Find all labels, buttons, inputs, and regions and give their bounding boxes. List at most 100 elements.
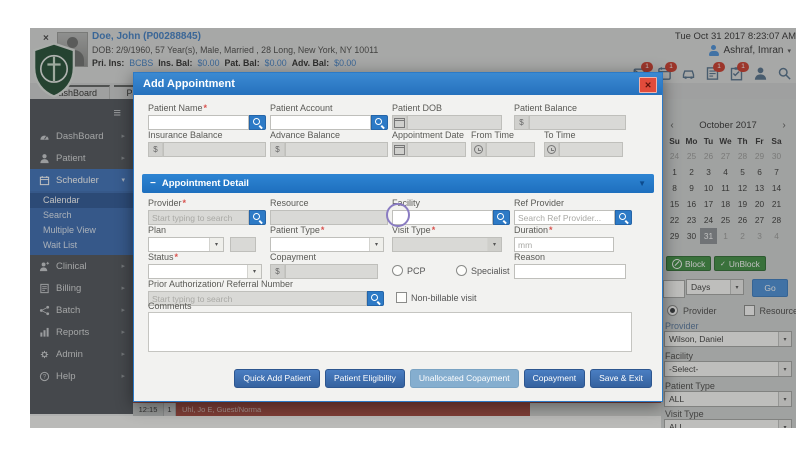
- dialog-close-button[interactable]: ✕: [639, 77, 657, 93]
- advance-balance-field: Advance Balance $: [270, 130, 388, 157]
- appointment-date-field: Appointment Date: [392, 130, 466, 157]
- patient-balance-label: Patient Balance: [514, 103, 577, 113]
- search-icon: [497, 213, 506, 222]
- patient-name-search-button[interactable]: [249, 115, 266, 130]
- chevron-down-icon: [209, 238, 223, 251]
- ref-provider-label: Ref Provider: [514, 198, 564, 208]
- specialist-radio-label: Specialist: [471, 266, 510, 276]
- pcp-radio-label: PCP: [407, 266, 426, 276]
- patient-balance-input: [529, 115, 626, 130]
- resource-input: [270, 210, 388, 225]
- advance-balance-input: [285, 142, 388, 157]
- search-icon: [253, 118, 262, 127]
- required-marker: *: [183, 198, 187, 208]
- clock-icon: [544, 142, 559, 157]
- currency-icon: $: [270, 264, 285, 279]
- patient-type-label: Patient Type: [270, 225, 320, 235]
- search-icon: [375, 118, 384, 127]
- patient-balance-field: Patient Balance $: [514, 103, 626, 130]
- non-billable-checkbox[interactable]: [396, 292, 407, 303]
- section-title: Appointment Detail: [162, 178, 249, 189]
- prior-auth-label: Prior Authorization/ Referral Number: [148, 279, 293, 289]
- prior-auth-search-button[interactable]: [367, 291, 384, 306]
- comments-textarea[interactable]: [148, 312, 632, 352]
- save-exit-button[interactable]: Save & Exit: [590, 369, 652, 388]
- non-billable-label: Non-billable visit: [411, 293, 477, 303]
- dialog-title: Add Appointment: [134, 73, 662, 95]
- to-time-input: [559, 142, 623, 157]
- plan-label: Plan: [148, 225, 166, 235]
- currency-icon: $: [148, 142, 163, 157]
- patient-dob-field: Patient DOB: [392, 103, 502, 130]
- chevron-down-icon: [369, 238, 383, 251]
- non-billable-row: Non-billable visit: [396, 292, 477, 303]
- currency-icon: $: [514, 115, 529, 130]
- plan-extra-input: [230, 237, 256, 252]
- appointment-date-input: [407, 142, 466, 157]
- cursor-highlight-circle: [386, 203, 410, 227]
- status-select[interactable]: [148, 264, 262, 279]
- search-icon: [253, 213, 262, 222]
- patient-dob-input: [407, 115, 502, 130]
- duration-field: Duration*: [514, 225, 614, 252]
- patient-account-input[interactable]: [270, 115, 371, 130]
- screen: { "header": { "close_label": "×", "patie…: [0, 0, 800, 450]
- clock-icon: [471, 142, 486, 157]
- status-label: Status: [148, 252, 174, 262]
- specialist-radio-row: Specialist: [456, 265, 510, 276]
- visit-type-select: [392, 237, 502, 252]
- facility-search-button[interactable]: [493, 210, 510, 225]
- insurance-balance-label: Insurance Balance: [148, 130, 223, 140]
- search-icon: [371, 294, 380, 303]
- resource-field: Resource: [270, 198, 388, 225]
- appointment-detail-section-header[interactable]: − Appointment Detail ▼: [142, 174, 654, 193]
- patient-account-field: Patient Account: [270, 103, 388, 130]
- ref-provider-input[interactable]: [514, 210, 615, 225]
- ref-provider-search-button[interactable]: [615, 210, 632, 225]
- to-time-label: To Time: [544, 130, 576, 140]
- patient-name-field: Patient Name*: [148, 103, 266, 130]
- resource-label: Resource: [270, 198, 309, 208]
- required-marker: *: [175, 252, 179, 262]
- reason-label: Reason: [514, 252, 545, 262]
- quick-add-patient-button[interactable]: Quick Add Patient: [234, 369, 320, 388]
- patient-account-search-button[interactable]: [371, 115, 388, 130]
- specialist-radio[interactable]: [456, 265, 467, 276]
- add-appointment-dialog: Add Appointment ✕ Patient Name* Patient …: [133, 72, 663, 402]
- provider-input[interactable]: [148, 210, 249, 225]
- pcp-radio-row: PCP: [392, 265, 426, 276]
- required-marker: *: [432, 225, 436, 235]
- chevron-down-icon: ▼: [638, 179, 646, 188]
- app-window: × Doe, John (P00288845) DOB: 2/9/1960, 5…: [30, 28, 796, 428]
- to-time-field: To Time: [544, 130, 623, 157]
- from-time-input: [486, 142, 535, 157]
- copayment-input: [285, 264, 378, 279]
- patient-name-label: Patient Name: [148, 103, 203, 113]
- copayment-label: Copayment: [270, 252, 316, 262]
- chevron-down-icon: [487, 238, 501, 251]
- provider-field: Provider*: [148, 198, 266, 225]
- patient-name-input[interactable]: [148, 115, 249, 130]
- copayment-button[interactable]: Copayment: [524, 369, 585, 388]
- provider-search-button[interactable]: [249, 210, 266, 225]
- duration-label: Duration: [514, 225, 548, 235]
- pcp-radio[interactable]: [392, 265, 403, 276]
- reason-input[interactable]: [514, 264, 626, 279]
- patient-eligibility-button[interactable]: Patient Eligibility: [325, 369, 405, 388]
- provider-label: Provider: [148, 198, 182, 208]
- insurance-balance-field: Insurance Balance $: [148, 130, 266, 157]
- dialog-header[interactable]: Add Appointment ✕: [134, 73, 662, 95]
- copayment-field: Copayment $: [270, 252, 378, 279]
- ref-provider-field: Ref Provider: [514, 198, 632, 225]
- plan-select[interactable]: [148, 237, 224, 252]
- advance-balance-label: Advance Balance: [270, 130, 340, 140]
- appointment-date-label: Appointment Date: [392, 130, 464, 140]
- status-field: Status*: [148, 252, 262, 279]
- duration-input[interactable]: [514, 237, 614, 252]
- patient-type-field: Patient Type*: [270, 225, 384, 252]
- currency-icon: $: [270, 142, 285, 157]
- insurance-balance-input: [163, 142, 266, 157]
- required-marker: *: [204, 103, 208, 113]
- reason-field: Reason: [514, 252, 626, 279]
- patient-type-select[interactable]: [270, 237, 384, 252]
